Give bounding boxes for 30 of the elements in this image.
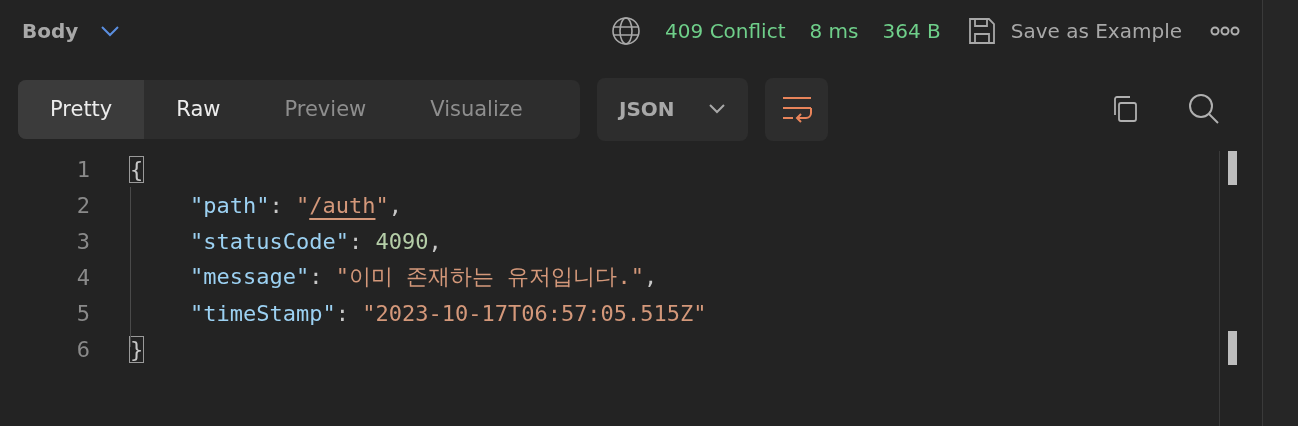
response-time: 8 ms	[809, 19, 859, 43]
chevron-down-icon	[708, 104, 726, 114]
code-line: "message": "이미 존재하는 유저입니다.",	[189, 263, 658, 291]
wrap-lines-icon	[780, 95, 813, 123]
code-line: }	[130, 336, 144, 362]
response-size: 364 B	[882, 19, 941, 43]
code-line: "timeStamp": "2023-10-17T06:57:05.515Z"	[189, 300, 707, 326]
search-icon[interactable]	[1188, 93, 1220, 125]
chevron-down-icon[interactable]	[100, 25, 121, 37]
wrap-lines-button[interactable]	[765, 77, 828, 141]
code-line: "path": "/auth",	[189, 192, 402, 218]
scrollbar-marker	[1228, 151, 1237, 185]
view-tab[interactable]: Pretty	[18, 79, 145, 139]
line-number: 1	[75, 156, 90, 182]
body-label[interactable]: Body	[22, 19, 79, 43]
line-number: 2	[75, 192, 90, 218]
save-example-button[interactable]: Save as Example	[966, 16, 1182, 46]
format-dropdown[interactable]: JSON	[597, 77, 748, 141]
status-code: 409 Conflict	[665, 19, 786, 43]
globe-icon[interactable]	[611, 16, 642, 46]
save-icon	[966, 16, 997, 46]
code-line: "statusCode": 4090,	[189, 228, 442, 254]
more-icon[interactable]	[1210, 26, 1240, 36]
line-number: 4	[75, 264, 90, 290]
scrollbar-marker	[1228, 331, 1237, 365]
line-number: 3	[75, 228, 90, 254]
code-line: {	[130, 156, 144, 182]
line-number: 6	[75, 336, 90, 362]
view-tab[interactable]: Raw	[144, 79, 253, 139]
line-number: 5	[75, 300, 90, 326]
